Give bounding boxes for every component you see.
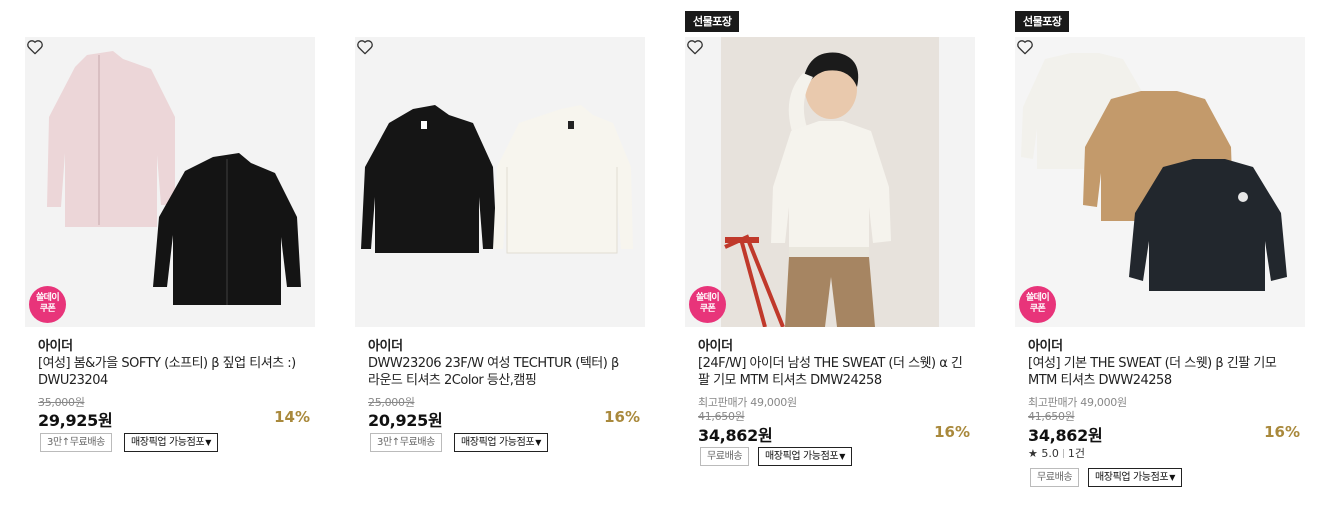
product-card[interactable]: 쏠데이 쿠폰 아이더 [여성] 봄&가을 SOFTY (소프티) β 짚업 티셔… <box>25 0 325 515</box>
discount-rate: 16% <box>1264 423 1300 441</box>
brand-name[interactable]: 아이더 <box>698 335 733 354</box>
product-card[interactable]: 아이더 DWW23206 23F/W 여성 TECHTUR (텍터) β 라운드… <box>355 0 655 515</box>
store-pickup-label: 매장픽업 가능점포 <box>1095 472 1169 483</box>
caret-down-icon: ▼ <box>1169 473 1175 482</box>
free-shipping-badge: 3만↑무료배송 <box>370 433 442 452</box>
heart-outline-icon[interactable] <box>355 37 375 57</box>
product-image[interactable]: 쏠데이 쿠폰 <box>25 37 315 327</box>
free-shipping-badge: 3만↑무료배송 <box>40 433 112 452</box>
sale-price: 29,925원 <box>38 411 113 430</box>
product-image[interactable]: 쏠데이 쿠폰 <box>685 37 975 327</box>
free-shipping-badge: 무료배송 <box>700 447 750 466</box>
rating: ★ 5.0 1건 <box>1028 445 1085 461</box>
product-image[interactable] <box>355 37 645 327</box>
store-pickup-label: 매장픽업 가능점포 <box>131 437 205 448</box>
gift-wrap-tag: 선물포장 <box>1015 11 1070 32</box>
store-pickup-dropdown[interactable]: 매장픽업 가능점포▼ <box>1088 468 1182 487</box>
sale-price: 34,862원 <box>698 426 773 445</box>
product-name[interactable]: [24F/W] 아이더 남성 THE SWEAT (더 스웻) α 긴팔 기모 … <box>698 355 963 389</box>
product-name[interactable]: [여성] 기본 THE SWEAT (더 스웻) β 긴팔 기모 MTM 티셔츠… <box>1028 355 1293 389</box>
store-pickup-dropdown[interactable]: 매장픽업 가능점포▼ <box>454 433 548 452</box>
gift-wrap-tag: 선물포장 <box>685 11 740 32</box>
product-name[interactable]: DWW23206 23F/W 여성 TECHTUR (텍터) β 라운드 티셔츠… <box>368 355 633 389</box>
brand-name[interactable]: 아이더 <box>38 335 73 354</box>
star-icon: ★ <box>1028 447 1038 460</box>
discount-rate: 14% <box>274 408 310 426</box>
store-pickup-dropdown[interactable]: 매장픽업 가능점포▼ <box>758 447 852 466</box>
product-card[interactable]: 선물포장 쏠데이 쿠폰 아이더 [24F/W] 아이더 남성 THE SWEAT… <box>685 0 985 515</box>
review-count: 1건 <box>1067 447 1085 460</box>
free-shipping-badge: 무료배송 <box>1030 468 1080 487</box>
sale-price: 20,925원 <box>368 411 443 430</box>
caret-down-icon: ▼ <box>535 438 541 447</box>
store-pickup-label: 매장픽업 가능점포 <box>765 451 839 462</box>
store-pickup-dropdown[interactable]: 매장픽업 가능점포▼ <box>124 433 218 452</box>
caret-down-icon: ▼ <box>839 452 845 461</box>
product-image[interactable]: 쏠데이 쿠폰 <box>1015 37 1305 327</box>
coupon-badge-icon: 쏠데이 쿠폰 <box>29 286 66 323</box>
product-card[interactable]: 선물포장 쏠데이 쿠폰 아이더 [여성] 기본 THE SWEAT (더 스웻)… <box>1015 0 1315 515</box>
heart-outline-icon[interactable] <box>685 37 705 57</box>
discount-rate: 16% <box>604 408 640 426</box>
brand-name[interactable]: 아이더 <box>1028 335 1063 354</box>
coupon-badge-icon: 쏠데이 쿠폰 <box>1019 286 1056 323</box>
rating-score: 5.0 <box>1041 447 1059 460</box>
brand-name[interactable]: 아이더 <box>368 335 403 354</box>
store-pickup-label: 매장픽업 가능점포 <box>461 437 535 448</box>
coupon-badge-icon: 쏠데이 쿠폰 <box>689 286 726 323</box>
caret-down-icon: ▼ <box>205 438 211 447</box>
product-name[interactable]: [여성] 봄&가을 SOFTY (소프티) β 짚업 티셔츠 :) DWU232… <box>38 355 303 389</box>
discount-rate: 16% <box>934 423 970 441</box>
sale-price: 34,862원 <box>1028 426 1103 445</box>
heart-outline-icon[interactable] <box>1015 37 1035 57</box>
heart-outline-icon[interactable] <box>25 37 45 57</box>
